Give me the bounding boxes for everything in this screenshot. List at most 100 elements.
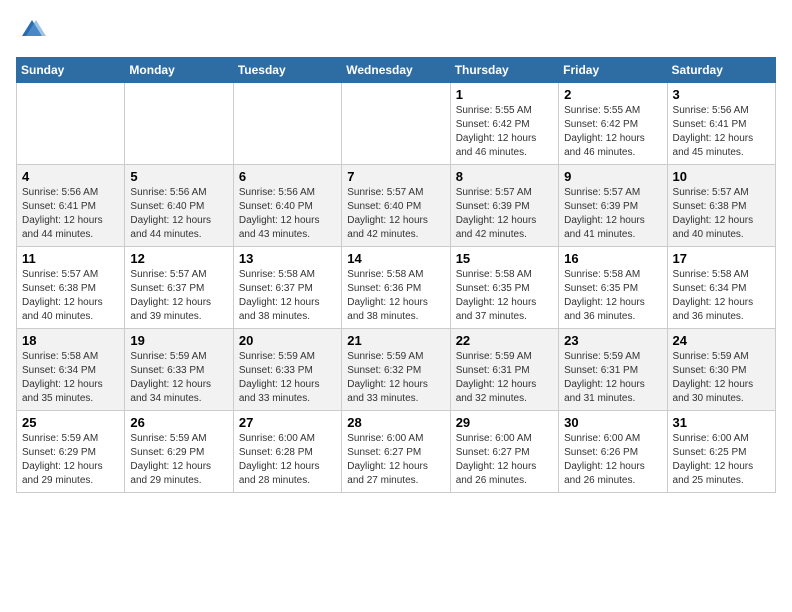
day-number: 26 — [130, 415, 227, 430]
day-info: Sunrise: 5:58 AM Sunset: 6:35 PM Dayligh… — [456, 268, 553, 324]
day-info: Sunrise: 5:56 AM Sunset: 6:41 PM Dayligh… — [673, 104, 770, 160]
day-number: 18 — [22, 333, 119, 348]
day-info: Sunrise: 6:00 AM Sunset: 6:28 PM Dayligh… — [239, 432, 336, 488]
day-info: Sunrise: 5:57 AM Sunset: 6:39 PM Dayligh… — [564, 186, 661, 242]
page-header — [16, 16, 776, 49]
calendar-week-row: 25Sunrise: 5:59 AM Sunset: 6:29 PM Dayli… — [17, 410, 776, 492]
calendar-cell: 6 Sunrise: 5:56 AM Sunset: 6:40 PM Daylig… — [233, 164, 341, 246]
day-info: Sunrise: 5:58 AM Sunset: 6:35 PM Dayligh… — [564, 268, 661, 324]
logo — [16, 16, 46, 49]
calendar-cell: 31 Sunrise: 6:00 AM Sunset: 6:25 PM Dayli… — [667, 410, 775, 492]
calendar-cell: 30 Sunrise: 6:00 AM Sunset: 6:26 PM Dayli… — [559, 410, 667, 492]
calendar-cell: 11 Sunrise: 5:57 AM Sunset: 6:38 PM Dayli… — [17, 246, 125, 328]
day-info: Sunrise: 5:57 AM Sunset: 6:38 PM Dayligh… — [22, 268, 119, 324]
day-number: 4 — [22, 169, 119, 184]
day-info: Sunrise: 5:59 AM Sunset: 6:29 PM Dayligh… — [130, 432, 227, 488]
day-info: Sunrise: 5:58 AM Sunset: 6:37 PM Dayligh… — [239, 268, 336, 324]
day-info: Sunrise: 5:59 AM Sunset: 6:32 PM Dayligh… — [347, 350, 444, 406]
day-info: Sunrise: 5:56 AM Sunset: 6:41 PM Dayligh… — [22, 186, 119, 242]
calendar-cell: 9 Sunrise: 5:57 AM Sunset: 6:39 PM Daylig… — [559, 164, 667, 246]
calendar-week-row: 1Sunrise: 5:55 AM Sunset: 6:42 PM Daylig… — [17, 82, 776, 164]
calendar-cell: 14 Sunrise: 5:58 AM Sunset: 6:36 PM Dayli… — [342, 246, 450, 328]
calendar-cell: 19Sunrise: 5:59 AM Sunset: 6:33 PM Dayli… — [125, 328, 233, 410]
day-info: Sunrise: 5:58 AM Sunset: 6:36 PM Dayligh… — [347, 268, 444, 324]
day-info: Sunrise: 5:59 AM Sunset: 6:30 PM Dayligh… — [673, 350, 770, 406]
calendar-cell: 13 Sunrise: 5:58 AM Sunset: 6:37 PM Dayli… — [233, 246, 341, 328]
day-number: 20 — [239, 333, 336, 348]
day-number: 3 — [673, 87, 770, 102]
day-number: 11 — [22, 251, 119, 266]
calendar-cell: 20 Sunrise: 5:59 AM Sunset: 6:33 PM Dayli… — [233, 328, 341, 410]
calendar-cell: 10Sunrise: 5:57 AM Sunset: 6:38 PM Dayli… — [667, 164, 775, 246]
day-info: Sunrise: 5:58 AM Sunset: 6:34 PM Dayligh… — [673, 268, 770, 324]
day-number: 29 — [456, 415, 553, 430]
weekday-header: Friday — [559, 57, 667, 82]
calendar-body: 1Sunrise: 5:55 AM Sunset: 6:42 PM Daylig… — [17, 82, 776, 492]
day-info: Sunrise: 5:57 AM Sunset: 6:38 PM Dayligh… — [673, 186, 770, 242]
day-number: 21 — [347, 333, 444, 348]
weekday-header: Wednesday — [342, 57, 450, 82]
calendar-cell: 15 Sunrise: 5:58 AM Sunset: 6:35 PM Dayli… — [450, 246, 558, 328]
weekday-header: Saturday — [667, 57, 775, 82]
weekday-header: Monday — [125, 57, 233, 82]
day-number: 19 — [130, 333, 227, 348]
day-number: 27 — [239, 415, 336, 430]
day-info: Sunrise: 5:59 AM Sunset: 6:31 PM Dayligh… — [456, 350, 553, 406]
day-info: Sunrise: 5:59 AM Sunset: 6:33 PM Dayligh… — [239, 350, 336, 406]
day-number: 1 — [456, 87, 553, 102]
calendar-cell — [342, 82, 450, 164]
calendar-cell: 17 Sunrise: 5:58 AM Sunset: 6:34 PM Dayli… — [667, 246, 775, 328]
day-number: 8 — [456, 169, 553, 184]
calendar-cell: 29 Sunrise: 6:00 AM Sunset: 6:27 PM Dayli… — [450, 410, 558, 492]
day-number: 16 — [564, 251, 661, 266]
weekday-header: Thursday — [450, 57, 558, 82]
day-number: 14 — [347, 251, 444, 266]
calendar-cell: 24 Sunrise: 5:59 AM Sunset: 6:30 PM Dayli… — [667, 328, 775, 410]
calendar-table: SundayMondayTuesdayWednesdayThursdayFrid… — [16, 57, 776, 493]
day-number: 9 — [564, 169, 661, 184]
calendar-cell: 7Sunrise: 5:57 AM Sunset: 6:40 PM Daylig… — [342, 164, 450, 246]
day-info: Sunrise: 5:56 AM Sunset: 6:40 PM Dayligh… — [239, 186, 336, 242]
calendar-cell: 3 Sunrise: 5:56 AM Sunset: 6:41 PM Daylig… — [667, 82, 775, 164]
calendar-cell: 21 Sunrise: 5:59 AM Sunset: 6:32 PM Dayli… — [342, 328, 450, 410]
calendar-cell: 22 Sunrise: 5:59 AM Sunset: 6:31 PM Dayli… — [450, 328, 558, 410]
day-info: Sunrise: 5:58 AM Sunset: 6:34 PM Dayligh… — [22, 350, 119, 406]
calendar-cell: 12 Sunrise: 5:57 AM Sunset: 6:37 PM Dayli… — [125, 246, 233, 328]
calendar-cell — [17, 82, 125, 164]
day-info: Sunrise: 6:00 AM Sunset: 6:27 PM Dayligh… — [347, 432, 444, 488]
calendar-cell: 16 Sunrise: 5:58 AM Sunset: 6:35 PM Dayli… — [559, 246, 667, 328]
weekday-header: Sunday — [17, 57, 125, 82]
calendar-cell: 8 Sunrise: 5:57 AM Sunset: 6:39 PM Daylig… — [450, 164, 558, 246]
calendar-cell: 25Sunrise: 5:59 AM Sunset: 6:29 PM Dayli… — [17, 410, 125, 492]
day-number: 15 — [456, 251, 553, 266]
day-info: Sunrise: 6:00 AM Sunset: 6:27 PM Dayligh… — [456, 432, 553, 488]
day-number: 30 — [564, 415, 661, 430]
day-info: Sunrise: 5:57 AM Sunset: 6:39 PM Dayligh… — [456, 186, 553, 242]
day-number: 24 — [673, 333, 770, 348]
calendar-week-row: 18 Sunrise: 5:58 AM Sunset: 6:34 PM Dayli… — [17, 328, 776, 410]
calendar-cell: 4 Sunrise: 5:56 AM Sunset: 6:41 PM Daylig… — [17, 164, 125, 246]
day-number: 13 — [239, 251, 336, 266]
day-number: 6 — [239, 169, 336, 184]
calendar-cell: 5Sunrise: 5:56 AM Sunset: 6:40 PM Daylig… — [125, 164, 233, 246]
day-number: 31 — [673, 415, 770, 430]
day-number: 17 — [673, 251, 770, 266]
day-info: Sunrise: 5:56 AM Sunset: 6:40 PM Dayligh… — [130, 186, 227, 242]
calendar-cell: 18 Sunrise: 5:58 AM Sunset: 6:34 PM Dayli… — [17, 328, 125, 410]
day-number: 12 — [130, 251, 227, 266]
calendar-cell: 23 Sunrise: 5:59 AM Sunset: 6:31 PM Dayli… — [559, 328, 667, 410]
logo-icon — [18, 16, 46, 44]
day-info: Sunrise: 5:57 AM Sunset: 6:37 PM Dayligh… — [130, 268, 227, 324]
calendar-cell: 27 Sunrise: 6:00 AM Sunset: 6:28 PM Dayli… — [233, 410, 341, 492]
day-info: Sunrise: 6:00 AM Sunset: 6:25 PM Dayligh… — [673, 432, 770, 488]
calendar-cell: 28Sunrise: 6:00 AM Sunset: 6:27 PM Dayli… — [342, 410, 450, 492]
day-info: Sunrise: 6:00 AM Sunset: 6:26 PM Dayligh… — [564, 432, 661, 488]
calendar-cell — [233, 82, 341, 164]
day-number: 23 — [564, 333, 661, 348]
day-info: Sunrise: 5:59 AM Sunset: 6:31 PM Dayligh… — [564, 350, 661, 406]
day-number: 7 — [347, 169, 444, 184]
day-number: 22 — [456, 333, 553, 348]
calendar-cell — [125, 82, 233, 164]
calendar-cell: 1Sunrise: 5:55 AM Sunset: 6:42 PM Daylig… — [450, 82, 558, 164]
calendar-week-row: 11 Sunrise: 5:57 AM Sunset: 6:38 PM Dayli… — [17, 246, 776, 328]
